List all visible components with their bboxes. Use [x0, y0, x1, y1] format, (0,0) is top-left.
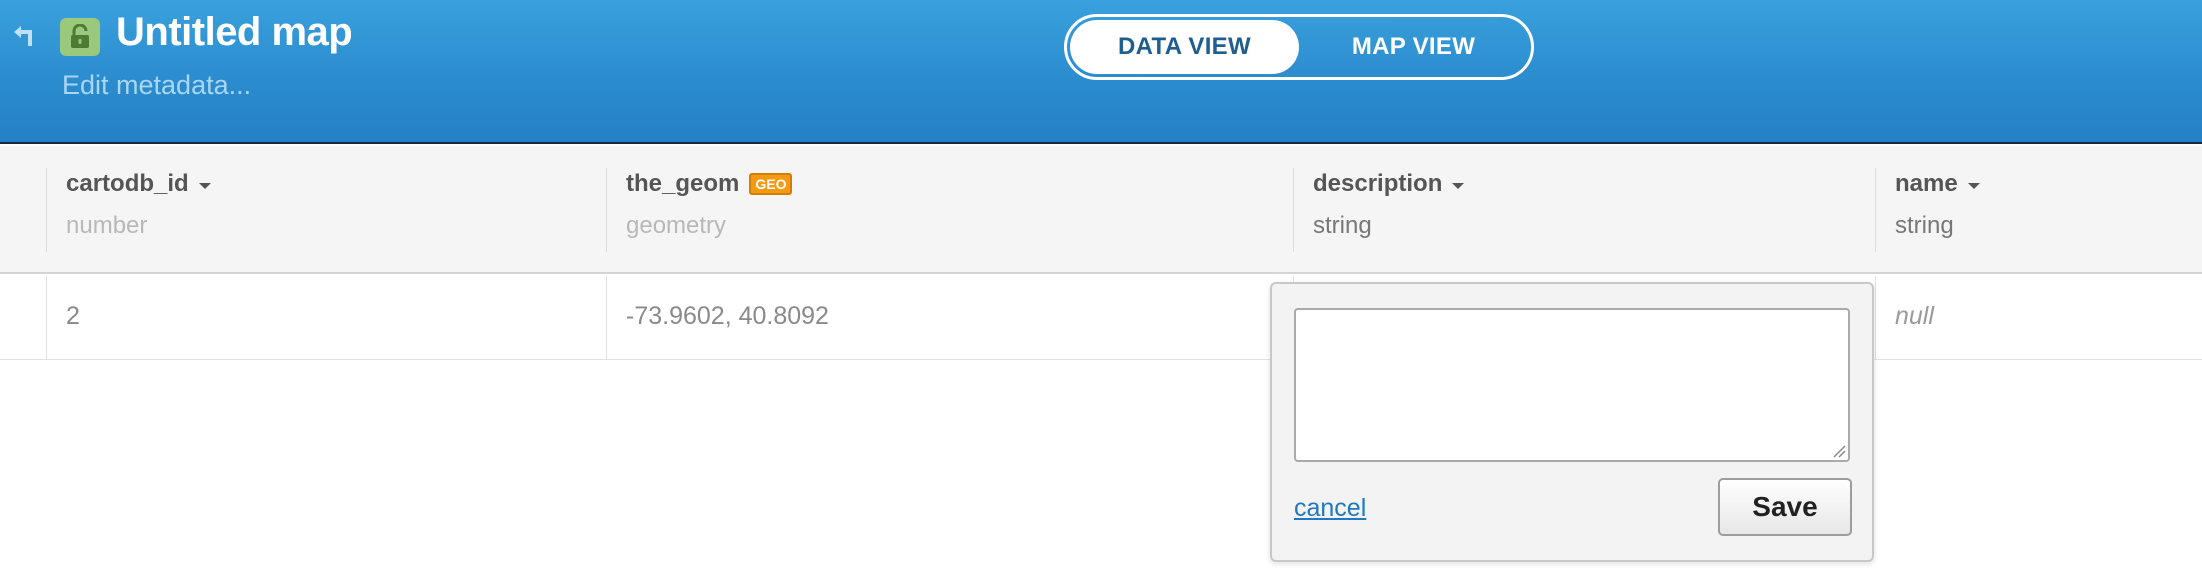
- table-header: cartodb_id number the_geom GEO geometry …: [0, 146, 2202, 274]
- cell-edit-popover: cancel Save: [1270, 282, 1874, 562]
- column-type: geometry: [626, 212, 727, 239]
- column-name: description: [1313, 170, 1443, 197]
- geo-badge: GEO: [749, 173, 793, 195]
- view-toggle: DATA VIEW MAP VIEW: [1064, 14, 1534, 80]
- column-divider: [606, 168, 607, 252]
- map-title[interactable]: Untitled map: [116, 10, 353, 55]
- column-type: string: [1895, 212, 1954, 239]
- data-view-tab[interactable]: DATA VIEW: [1070, 20, 1299, 74]
- cancel-link[interactable]: cancel: [1294, 494, 1366, 523]
- map-header: Untitled map Edit metadata... DATA VIEW …: [0, 0, 2202, 144]
- cell-cartodb-id[interactable]: 2: [66, 302, 80, 331]
- cell-value-textarea[interactable]: [1294, 308, 1850, 462]
- column-header-description[interactable]: description string: [1313, 170, 1465, 240]
- column-divider: [46, 168, 47, 252]
- column-divider: [606, 276, 607, 360]
- cell-name[interactable]: null: [1895, 302, 1934, 331]
- column-type: number: [66, 212, 148, 239]
- save-button[interactable]: Save: [1718, 478, 1852, 536]
- resize-grip-icon[interactable]: [1832, 444, 1846, 458]
- unlocked-padlock-icon[interactable]: [60, 18, 100, 56]
- column-divider: [46, 276, 47, 360]
- cell-the-geom[interactable]: -73.9602, 40.8092: [626, 302, 829, 331]
- caret-down-icon[interactable]: [198, 182, 211, 189]
- column-type: string: [1313, 212, 1372, 239]
- edit-metadata-link[interactable]: Edit metadata...: [62, 70, 251, 101]
- caret-down-icon[interactable]: [1967, 182, 1980, 189]
- column-name: name: [1895, 170, 1958, 197]
- column-divider: [1875, 276, 1876, 360]
- column-name: the_geom: [626, 170, 740, 197]
- column-divider: [1875, 168, 1876, 252]
- caret-down-icon[interactable]: [1452, 182, 1465, 189]
- column-name: cartodb_id: [66, 170, 189, 197]
- column-header-cartodb-id[interactable]: cartodb_id number: [66, 170, 211, 240]
- column-divider: [1293, 168, 1294, 252]
- map-view-tab[interactable]: MAP VIEW: [1299, 20, 1528, 74]
- back-arrow-icon[interactable]: [10, 22, 40, 52]
- column-header-the-geom[interactable]: the_geom GEO geometry: [626, 170, 793, 240]
- column-header-name[interactable]: name string: [1895, 170, 1980, 240]
